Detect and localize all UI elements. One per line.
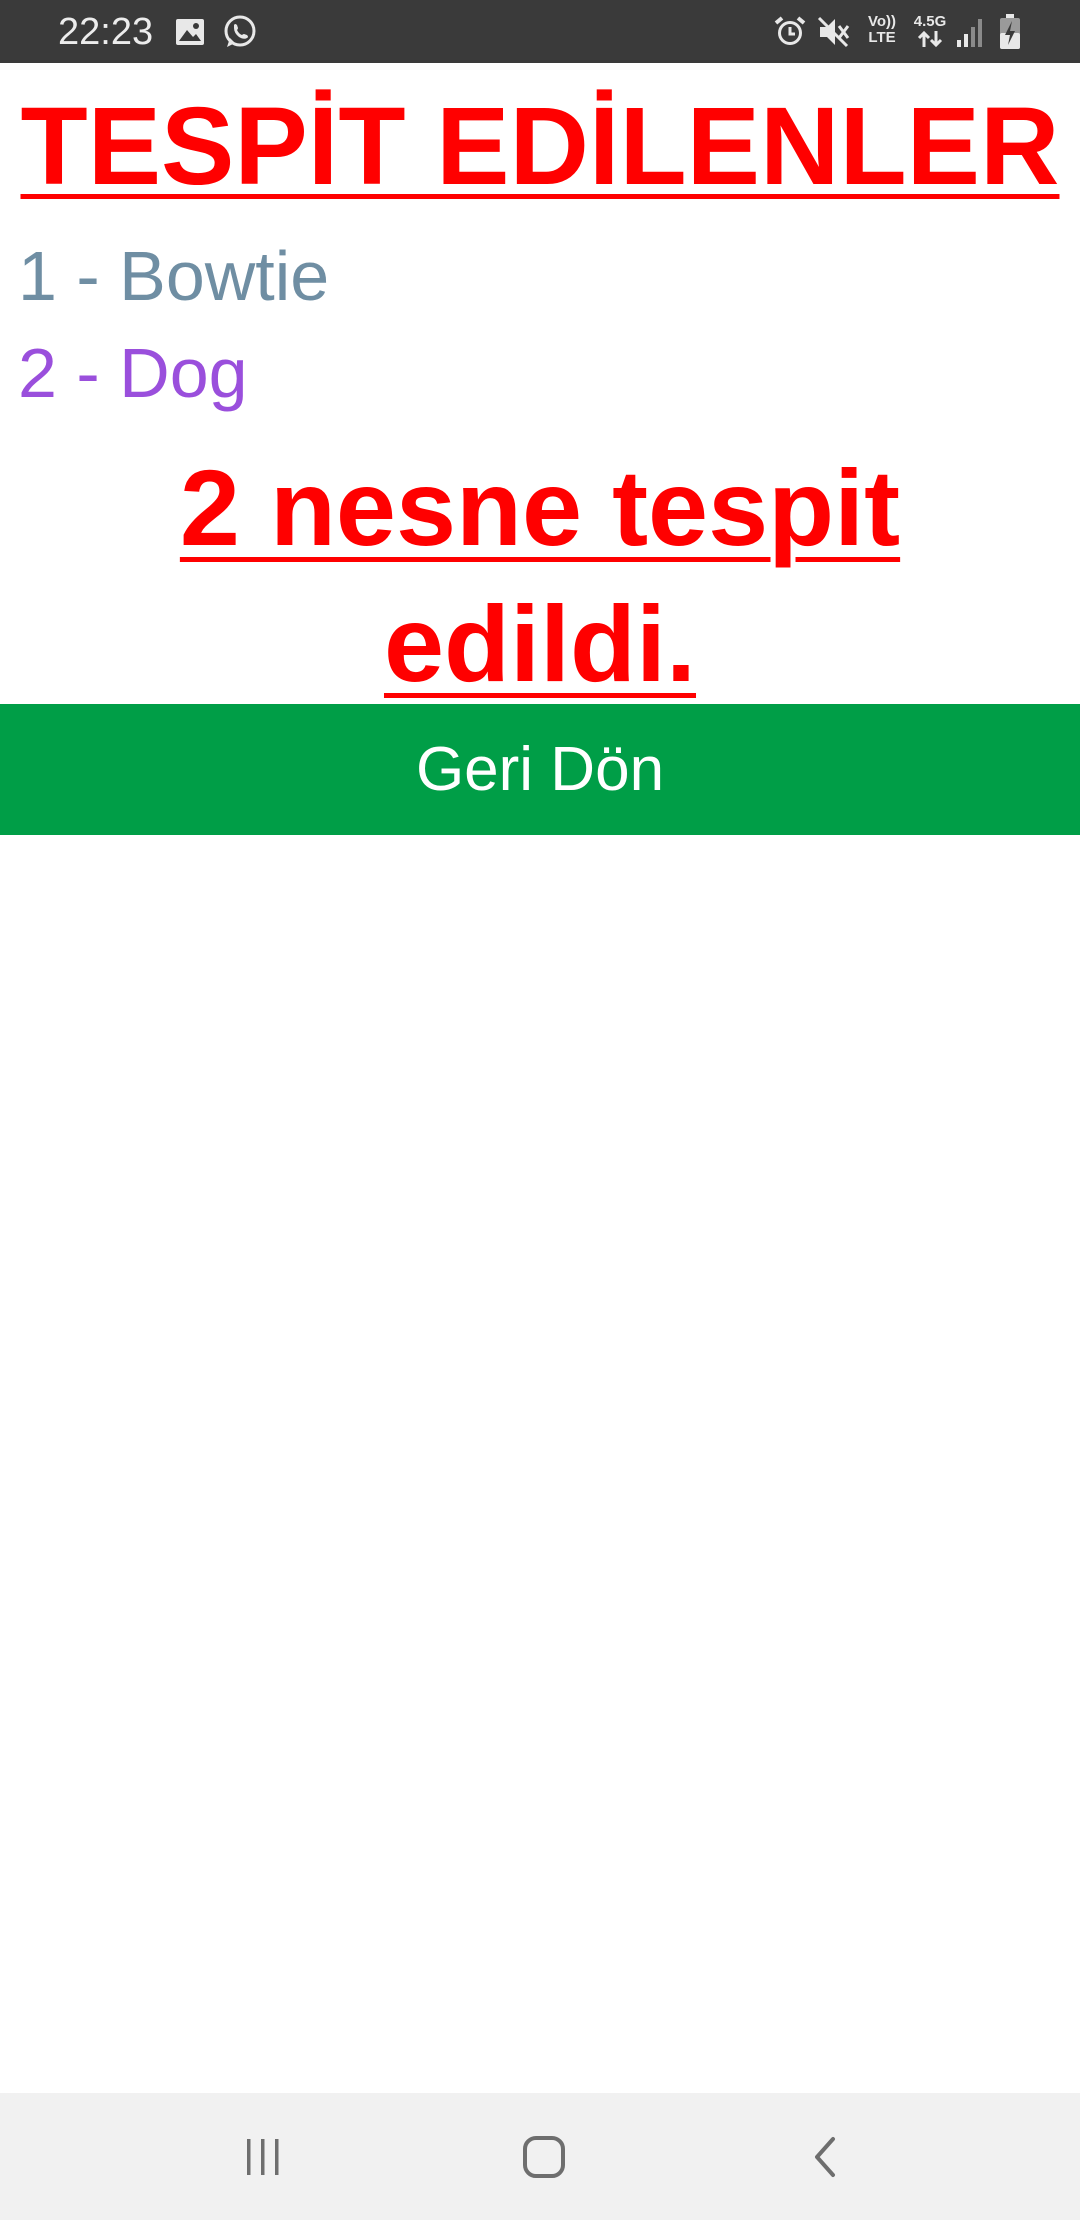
volte-icon: Vo)) LTE: [860, 14, 904, 46]
status-time: 22:23: [58, 11, 154, 53]
home-button[interactable]: [464, 2093, 624, 2220]
data-arrows-icon: [917, 30, 943, 48]
back-icon: [815, 2136, 835, 2177]
signal-icon: [957, 19, 982, 47]
detection-summary: 2 nesne tespit edildi.: [179, 447, 901, 704]
recent-apps-button[interactable]: [183, 2093, 343, 2220]
volte-line2: LTE: [868, 29, 896, 46]
volte-line1: Vo)): [867, 13, 897, 30]
alarm-icon: [774, 16, 806, 45]
list-item: 1 - Bowtie: [18, 237, 330, 315]
screen: 22:23 Vo)) LTE 4.5G TESPİT EDİLENLER 1 -…: [0, 0, 1080, 2220]
home-icon: [523, 2135, 565, 2178]
recent-apps-icon: [247, 2138, 279, 2175]
whatsapp-icon: [224, 15, 256, 47]
page-title: TESPİT EDİLENLER: [20, 85, 1060, 208]
mute-icon: [817, 16, 850, 48]
system-back-button[interactable]: [745, 2093, 905, 2220]
battery-charging-icon: [1000, 14, 1020, 49]
image-icon: [176, 19, 204, 45]
network-label: 4.5G: [913, 13, 947, 30]
status-bar: 22:23 Vo)) LTE 4.5G: [0, 0, 1080, 63]
network-4.5g-icon: 4.5G: [908, 14, 952, 52]
navigation-bar: [0, 2093, 1080, 2220]
list-item: 2 - Dog: [18, 334, 248, 412]
detected-list: 1 - Bowtie 2 - Dog: [18, 228, 329, 422]
back-button[interactable]: Geri Dön: [0, 704, 1080, 835]
